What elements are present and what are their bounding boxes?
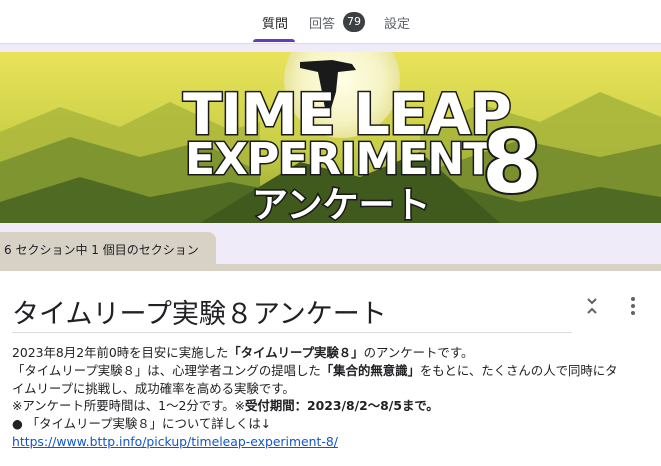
desc-bold-text: 受付期間：2023/8/2〜8/5まで。 [245,398,439,414]
collapse-section-button[interactable] [578,292,606,320]
tab-settings[interactable]: 設定 [384,0,410,44]
banner-title-number: 8 [480,113,544,213]
responses-count-badge: 79 [343,12,366,32]
more-options-button[interactable] [619,292,647,320]
top-tab-bar: 質問 回答 79 設定 [0,0,661,44]
active-tab-indicator [253,39,295,42]
desc-text: 2023年8月2年前0時を目安に実施した [12,345,229,360]
more-vertical-icon [631,297,635,315]
experiment-info-link[interactable]: https://www.bttp.info/pickup/timeleap-ex… [12,434,338,449]
tab-responses[interactable]: 回答 79 [309,0,366,44]
tab-settings-label: 設定 [384,16,411,32]
description-line-4: ※アンケート所要時間は、1〜2分です。※受付期間：2023/8/2〜8/5まで。 [12,397,652,415]
desc-text: 「タイムリープ実験８」は、心理学者ユングの提唱した [12,362,321,378]
description-line-5: ● 「タイムリープ実験８」について詳しくは↓ [12,415,652,433]
description-line-1: 2023年8月2年前0時を目安に実施した「タイムリープ実験８」のアンケートです。 [12,344,652,362]
title-underline [12,332,572,333]
tab-questions-label: 質問 [262,16,289,32]
collapse-chevrons-icon [587,298,597,314]
section-indicator-label: 6 セクション中 1 個目のセクション [4,242,199,257]
section-indicator: 6 セクション中 1 個目のセクション [0,232,216,266]
form-title[interactable]: タイムリープ実験８アンケート [12,292,387,331]
description-line-3: イムリープに挑戦し、成功確率を高める実験です。 [12,380,652,398]
desc-bold-text: 「集合的無意識」 [320,362,420,378]
desc-text: ※アンケート所要時間は、1〜2分です。※ [12,398,246,414]
description-line-6: https://www.bttp.info/pickup/timeleap-ex… [12,433,652,451]
banner-subtitle: アンケート [251,184,433,224]
header-banner-image: TIME LEAP EXPERIMENT 8 アンケート [0,52,661,223]
description-line-2: 「タイムリープ実験８」は、心理学者ユングの提唱した「集合的無意識」をもとに、たく… [12,362,652,380]
desc-text: をもとに、たくさんの人で同時にタ [419,362,618,378]
banner-title-group: TIME LEAP EXPERIMENT 8 アンケート [0,52,661,224]
tab-responses-label: 回答 [309,16,336,32]
tab-questions[interactable]: 質問 [262,0,288,44]
desc-text: イムリープに挑戦し、成功確率を高める実験です。 [12,380,295,396]
form-description[interactable]: 2023年8月2年前0時を目安に実施した「タイムリープ実験８」のアンケートです。… [12,344,652,451]
desc-text: ● 「タイムリープ実験８」について詳しくは↓ [12,416,272,432]
desc-bold-text: 「タイムリープ実験８」 [228,345,364,360]
desc-text: のアンケートです。 [363,345,474,360]
